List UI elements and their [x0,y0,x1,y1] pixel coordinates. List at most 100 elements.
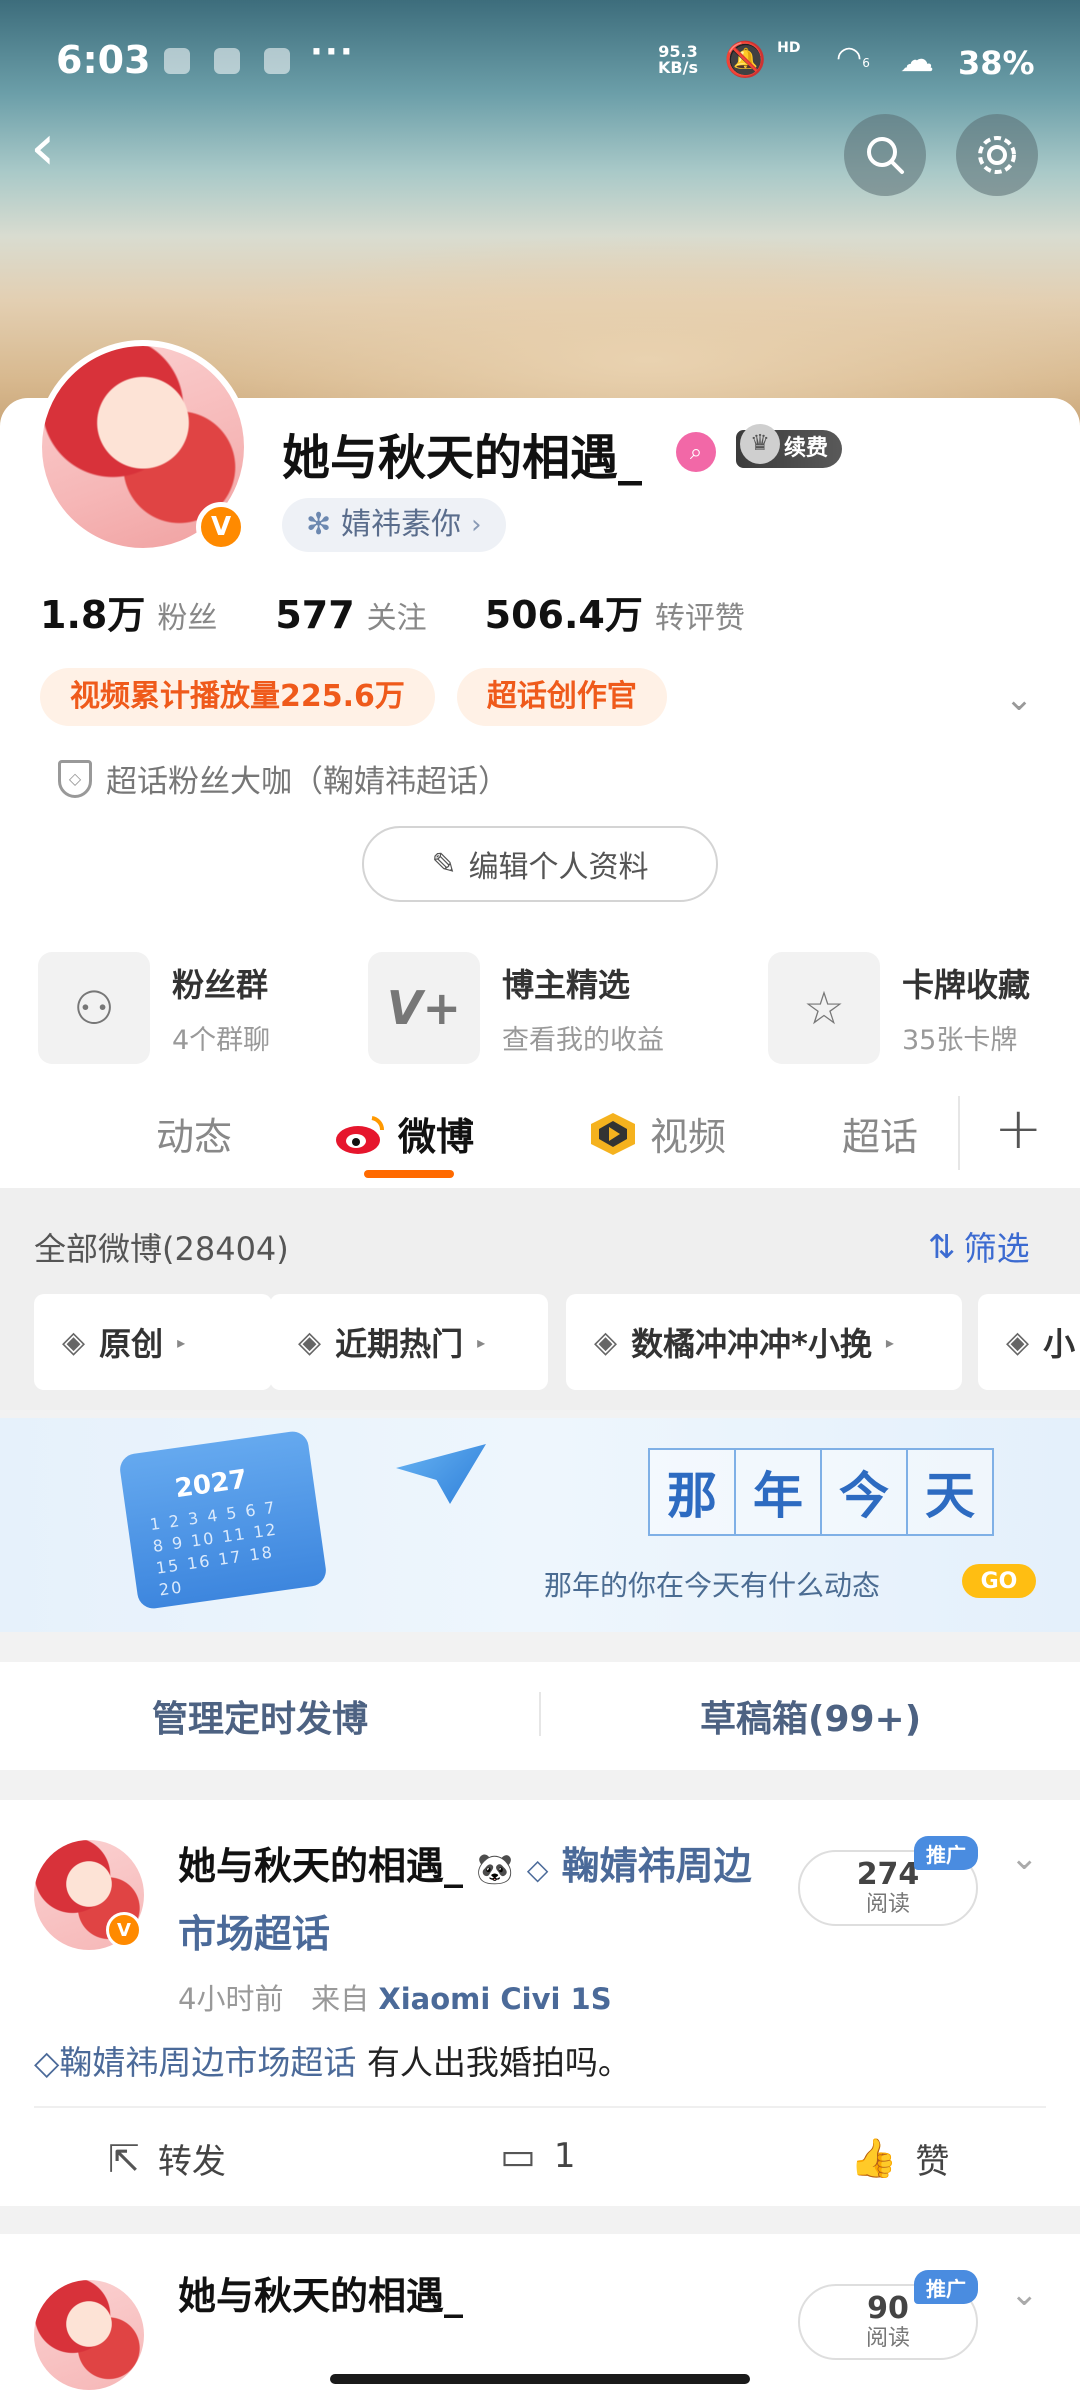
all-weibo-count: 全部微博(28404) [34,1230,289,1268]
home-indicator[interactable] [330,2374,750,2384]
chevron-right-icon: › [471,510,482,540]
shield-icon: ◇ [58,759,92,798]
chevron-down-icon[interactable]: ⌄ [996,676,1042,722]
post-avatar[interactable] [34,2280,144,2390]
chip-original[interactable]: ◈ 原创 ▸ [34,1294,272,1390]
layers-icon: ◈ [298,1324,322,1360]
settings-button[interactable] [956,114,1038,196]
diamond-icon: ◇ [526,1853,549,1886]
tab-activity[interactable]: 动态 [156,1106,232,1161]
profile-tabs: 动态 微博 视频 超话 + [0,1088,1080,1188]
add-tab-icon[interactable]: + [994,1094,1043,1162]
profile-name: 她与秋天的相遇_ [282,430,643,486]
on-this-day-banner[interactable]: 2027 1 2 3 4 5 6 78 9 10 11 12 15 16 17 1… [0,1418,1080,1632]
post-topic-link[interactable]: 鞠婧祎周边市场超话 [59,2043,356,2082]
calendar-icon: 2027 1 2 3 4 5 6 78 9 10 11 12 15 16 17 1… [118,1429,328,1611]
feature-fan-groups[interactable]: ⚇ 粉丝群 4个群聊 [38,952,270,1064]
mute-icon: 🔕 [724,40,767,80]
fan-title-row[interactable]: ◇ 超话粉丝大咖（鞠婧祎超话） [58,756,509,801]
comment-icon: ▭ [500,2134,536,2178]
feed-filter-area: 全部微博(28404) ⇅ 筛选 ◈ 原创 ▸ ◈ 近期热门 ▸ ◈ 数橘冲冲冲… [0,1188,1080,1410]
verified-badge-icon: V [196,502,246,552]
tab-video[interactable]: 视频 [588,1106,726,1161]
search-button[interactable] [844,114,926,196]
promote-badge[interactable]: 推广 [914,1836,978,1870]
following-count[interactable]: 577 [275,593,354,637]
tab-super-topic[interactable]: 超话 [842,1106,918,1161]
edit-profile-button[interactable]: ✎ 编辑个人资料 [362,826,718,902]
more-notifications-icon: ··· [310,32,355,72]
snowflake-icon: ✻ [306,507,332,542]
post-author-line: 她与秋天的相遇_ 🐼 ◇ 鞠婧祎周边市场超话 [178,1834,778,1966]
triangle-right-icon: ▸ [177,1332,186,1352]
vip-renew-badge[interactable]: ♛ 续费 [736,424,843,468]
super-topic-chip[interactable]: ✻ 婧祎素你 › [282,498,506,552]
banner-subtitle: 那年的你在今天有什么动态 [544,1569,881,1602]
feature-card-collection[interactable]: ☆ 卡牌收藏 35张卡牌 [768,952,1030,1064]
tab-weibo[interactable]: 微博 [334,1106,474,1161]
people-icon: ⚇ [38,952,150,1064]
filter-sort-icon: ⇅ [928,1226,956,1266]
likes-count[interactable]: 506.4万 [485,584,643,639]
banner-title: 那 年 今 天 [648,1448,994,1536]
status-bar: 6:03 ··· 95.3 KB/s 🔕 HD ◠6 ☁ 38% [0,0,1080,120]
wifi-icon: ◠6 [836,40,870,75]
fan-title: 超话粉丝大咖（鞠婧祎超话） [106,764,509,800]
post-meta: 4小时前 来自 Xiaomi Civi 1S [178,1982,612,2016]
post-author[interactable]: 她与秋天的相遇_ [178,1844,463,1888]
post-source[interactable]: Xiaomi Civi 1S [378,1982,611,2016]
triangle-right-icon: ▸ [885,1332,894,1352]
back-icon[interactable]: ‹ [30,116,90,188]
member-search-badge-icon[interactable]: ⌕ [676,432,716,472]
followers-label[interactable]: 粉丝 [157,593,217,637]
pencil-icon: ✎ [431,846,457,882]
tab-active-indicator [364,1170,454,1178]
chip-more[interactable]: ◈ 小 [978,1294,1080,1390]
gear-icon [978,136,1016,174]
filter-button[interactable]: ⇅ 筛选 [928,1222,1030,1270]
verified-badge-icon: V [106,1912,142,1948]
weibo-logo-icon [336,1115,385,1154]
post-text: ◇鞠婧祎周边市场超话 有人出我婚拍吗。 [34,2036,631,2084]
post-actions: ⇱ 转发 ▭ 1 👍 赞 [34,2106,1046,2206]
promote-badge[interactable]: 推广 [914,2270,978,2304]
signal-icon: 🔕 HD [724,40,801,80]
diamond-icon: ◇ [34,2043,60,2082]
app-notif-icon [214,48,240,74]
feature-blogger-picks[interactable]: V+ 博主精选 查看我的收益 [368,952,664,1064]
layers-icon: ◈ [594,1324,618,1360]
paper-plane-icon [396,1444,486,1504]
thumbs-up-icon: 👍 [850,2136,898,2180]
chevron-down-icon[interactable]: ⌄ [1010,1838,1039,1878]
profile-tags: 视频累计播放量225.6万 超话创作官 [40,668,667,726]
likes-label[interactable]: 转评赞 [655,593,745,637]
comment-button[interactable]: ▭ 1 [500,2134,576,2178]
status-time: 6:03 [56,38,151,82]
following-label[interactable]: 关注 [367,593,427,637]
card-icon: ☆ [768,952,880,1064]
v-plus-icon: V+ [368,952,480,1064]
chip-recent-hot[interactable]: ◈ 近期热门 ▸ [270,1294,548,1390]
post-body: 有人出我婚拍吗。 [366,2043,631,2082]
repost-icon: ⇱ [108,2136,140,2181]
video-badge-icon [591,1112,635,1155]
drafts-button[interactable]: 草稿箱(99+) [700,1690,921,1742]
layers-icon: ◈ [1006,1324,1030,1360]
panda-icon: 🐼 [476,1852,514,1887]
creator-tag[interactable]: 超话创作官 [456,668,667,726]
battery-level: 38% [958,44,1035,82]
scheduled-posts-button[interactable]: 管理定时发博 [152,1690,368,1742]
repost-button[interactable]: ⇱ 转发 [108,2134,226,2183]
go-button[interactable]: GO [962,1564,1036,1598]
weibo-notif-icon [164,48,190,74]
chevron-down-icon[interactable]: ⌄ [1010,2274,1039,2314]
like-button[interactable]: 👍 赞 [850,2134,949,2183]
post-author[interactable]: 她与秋天的相遇_ [178,2264,778,2328]
followers-count[interactable]: 1.8万 [40,584,145,639]
mail-notif-icon [264,48,290,74]
post-card: V 她与秋天的相遇_ 🐼 ◇ 鞠婧祎周边市场超话 4小时前 来自 Xiaomi … [0,1800,1080,2206]
video-plays-tag[interactable]: 视频累计播放量225.6万 [40,668,435,726]
chip-group[interactable]: ◈ 数橘冲冲冲*小挽 ▸ [566,1294,962,1390]
net-speed: 95.3 KB/s [658,42,698,77]
crown-icon: ♛ [740,424,780,464]
